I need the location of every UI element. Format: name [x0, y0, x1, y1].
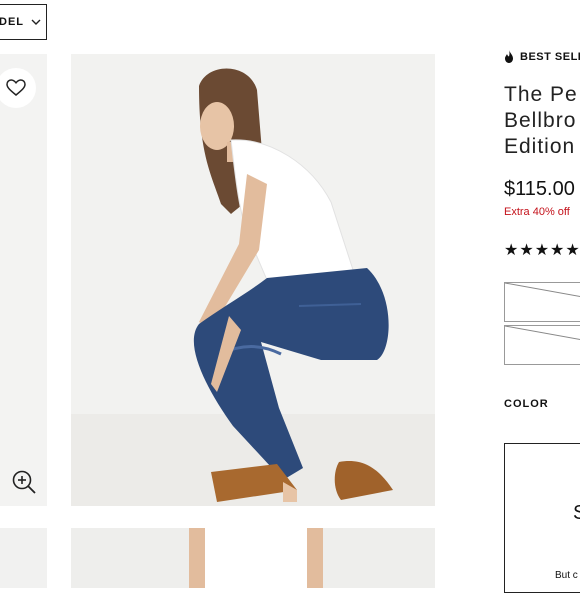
promo-card-letter: S [573, 502, 580, 525]
thumbnail-bottom-left[interactable] [0, 528, 47, 588]
strikethrough-line [505, 283, 580, 298]
size-option-unavailable-2[interactable] [504, 325, 580, 365]
flame-icon [505, 50, 513, 63]
model-dropdown[interactable]: DEL [0, 4, 47, 40]
rating-stars[interactable]: ★★★★★ [504, 240, 580, 260]
chevron-down-icon [31, 19, 41, 25]
bestseller-badge: BEST SELL [504, 50, 580, 63]
product-title: The Pe Bellbro Edition [504, 83, 578, 158]
promo-text: Extra 40% off [504, 206, 570, 218]
product-price: $115.00 [504, 178, 575, 200]
color-label: COLOR [504, 398, 549, 410]
promo-card[interactable]: S But c [504, 443, 580, 593]
model-illustration [71, 68, 435, 506]
product-photo-2[interactable] [71, 528, 435, 588]
bestseller-label: BEST SELL [520, 50, 580, 63]
size-option-unavailable[interactable] [504, 282, 580, 322]
strikethrough-line [505, 326, 580, 341]
zoom-in-icon [12, 470, 36, 494]
product-photo[interactable] [71, 54, 435, 506]
model-dropdown-label: DEL [0, 16, 24, 28]
heart-icon [6, 79, 26, 96]
model-illustration-2 [189, 528, 323, 588]
zoom-button[interactable] [10, 468, 38, 496]
promo-card-text: But c [555, 570, 578, 581]
previous-photo-panel[interactable] [0, 54, 47, 506]
